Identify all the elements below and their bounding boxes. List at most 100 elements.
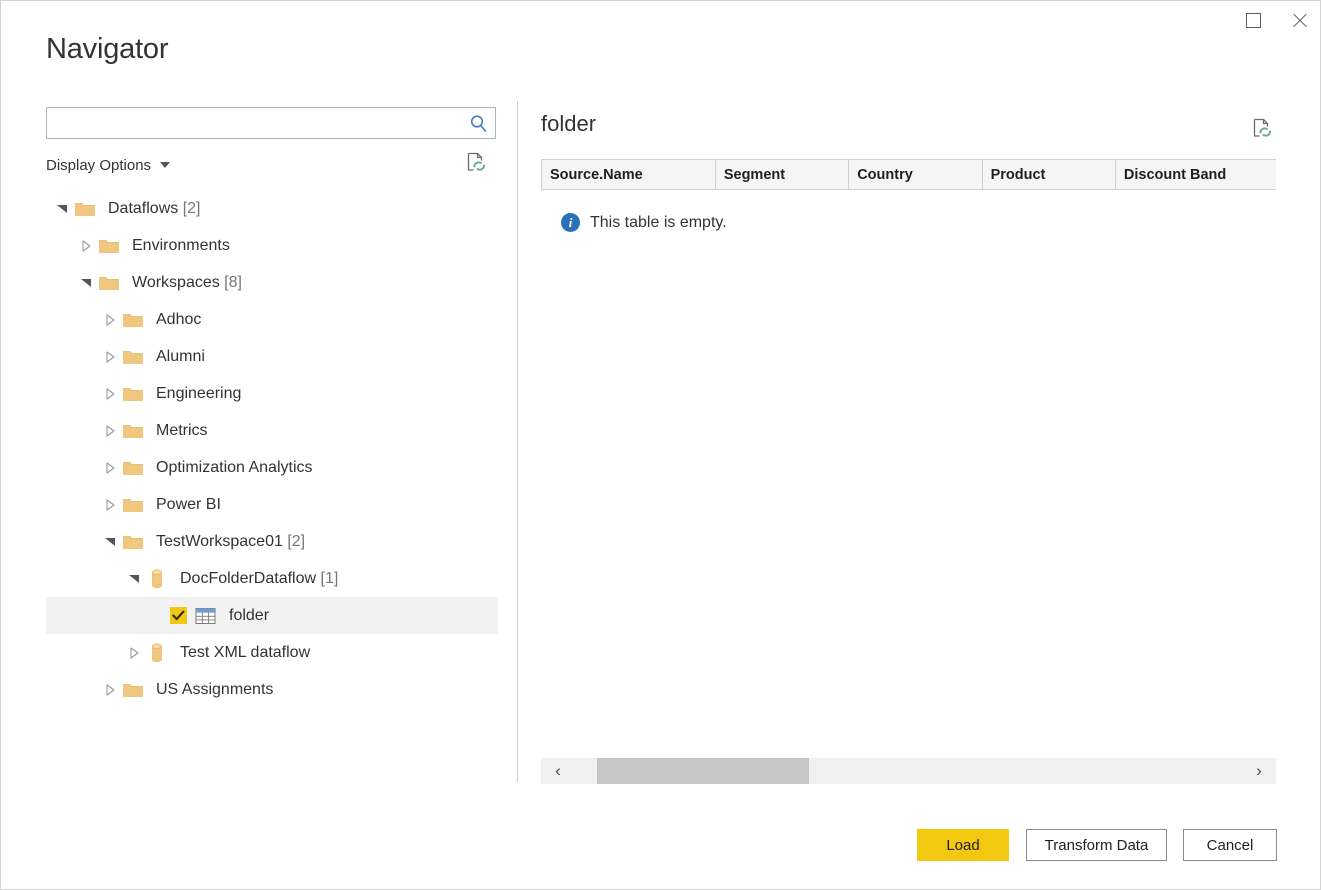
folder-icon: [122, 346, 148, 368]
tree-item[interactable]: Engineering: [46, 375, 498, 412]
scrollbar-track[interactable]: [575, 758, 1242, 784]
tree-item-label: folder: [229, 606, 270, 624]
close-button[interactable]: [1276, 1, 1321, 39]
expand-arrow-icon[interactable]: [98, 350, 122, 363]
tree-item-label: Dataflows: [108, 199, 179, 217]
expand-arrow-icon[interactable]: [98, 461, 122, 474]
table-icon: [195, 605, 221, 627]
search-box[interactable]: [46, 107, 496, 139]
collapse-arrow-icon[interactable]: [74, 277, 98, 288]
folder-icon: [98, 235, 124, 257]
table-header-row: Source.Name Segment Country Product Discount…: [541, 159, 1276, 190]
chevron-down-icon[interactable]: [160, 162, 171, 168]
empty-table-text: This table is empty.: [590, 213, 727, 231]
folder-icon: [122, 679, 148, 701]
maximize-button[interactable]: [1230, 1, 1276, 39]
column-header[interactable]: Discount Band: [1115, 159, 1276, 190]
collapse-arrow-icon[interactable]: [122, 573, 146, 584]
square-icon: [1245, 12, 1261, 28]
dataflow-cylinder-icon: [146, 568, 172, 590]
left-pane: Display Options Dataflows [2] Environment…: [46, 107, 501, 779]
tree-item-label: Optimization Analytics: [156, 458, 313, 476]
scroll-right-arrow[interactable]: ›: [1242, 758, 1276, 784]
transform-data-button[interactable]: Transform Data: [1026, 829, 1167, 861]
tree-item[interactable]: Dataflows [2]: [46, 190, 498, 227]
expand-arrow-icon[interactable]: [98, 498, 122, 511]
expand-arrow-icon[interactable]: [74, 239, 98, 252]
folder-icon: [122, 531, 148, 553]
tree-item-count: [2]: [178, 199, 201, 217]
cancel-button[interactable]: Cancel: [1183, 829, 1277, 861]
tree-item-label: DocFolderDataflow: [180, 569, 317, 587]
folder-icon: [122, 494, 148, 516]
search-icon[interactable]: [463, 108, 493, 138]
tree-item-label: Adhoc: [156, 310, 202, 328]
column-header[interactable]: Segment: [715, 159, 850, 190]
tree-item[interactable]: Test XML dataflow: [46, 634, 498, 671]
display-options-label: Display Options: [46, 156, 152, 174]
tree-item[interactable]: Alumni: [46, 338, 498, 375]
tree-item[interactable]: Adhoc: [46, 301, 498, 338]
tree-item-count: [1]: [316, 569, 339, 587]
tree-item-label: Environments: [132, 236, 230, 254]
expand-arrow-icon[interactable]: [98, 387, 122, 400]
expand-arrow-icon[interactable]: [98, 424, 122, 437]
navigation-tree[interactable]: Dataflows [2] Environments Workspaces [8] A…: [46, 190, 498, 708]
column-header[interactable]: Country: [848, 159, 983, 190]
tree-item-label: Test XML dataflow: [180, 643, 311, 661]
navigator-dialog: Navigator Display Options Dataflows [2] …: [0, 0, 1321, 890]
tree-item[interactable]: US Assignments: [46, 671, 498, 708]
tree-item[interactable]: Optimization Analytics: [46, 449, 498, 486]
checkbox-checked[interactable]: [170, 607, 187, 624]
tree-item[interactable]: Power BI: [46, 486, 498, 523]
title-bar: [1, 1, 1321, 41]
column-header[interactable]: Product: [982, 159, 1116, 190]
tree-item-label: Alumni: [156, 347, 205, 365]
tree-item-label: Power BI: [156, 495, 221, 513]
tree-item-label: TestWorkspace01: [156, 532, 283, 550]
search-input[interactable]: [53, 109, 463, 137]
collapse-arrow-icon[interactable]: [50, 203, 74, 214]
tree-item-label: Engineering: [156, 384, 242, 402]
expand-arrow-icon[interactable]: [98, 313, 122, 326]
folder-icon: [122, 383, 148, 405]
tree-item-count: [8]: [219, 273, 242, 291]
info-icon: i: [561, 213, 580, 232]
scrollbar-thumb[interactable]: [597, 758, 809, 784]
tree-item-label: Workspaces: [132, 273, 220, 291]
collapse-arrow-icon[interactable]: [98, 536, 122, 547]
folder-icon: [122, 457, 148, 479]
tree-item-label: Metrics: [156, 421, 208, 439]
dataflow-cylinder-icon: [146, 642, 172, 664]
column-header[interactable]: Source.Name: [541, 159, 716, 190]
tree-item-label: US Assignments: [156, 680, 274, 698]
display-options-row[interactable]: Display Options: [46, 148, 496, 182]
scroll-left-arrow[interactable]: ‹: [541, 758, 575, 784]
preview-table: Source.Name Segment Country Product Discount…: [541, 159, 1276, 190]
tree-item-count: [2]: [282, 532, 306, 550]
preview-title: folder: [541, 111, 597, 136]
refresh-document-icon[interactable]: [464, 150, 490, 176]
preview-table-wrap: Source.Name Segment Country Product Discount…: [541, 159, 1276, 190]
tree-item[interactable]: Metrics: [46, 412, 498, 449]
folder-icon: [122, 309, 148, 331]
preview-pane: folder Source.Name Segment Country Product D…: [541, 107, 1276, 787]
dialog-footer: Load Transform Data Cancel: [1, 829, 1321, 869]
expand-arrow-icon[interactable]: [122, 646, 146, 659]
tree-item[interactable]: TestWorkspace01 [2]: [46, 523, 498, 560]
folder-icon: [122, 420, 148, 442]
horizontal-scrollbar[interactable]: ‹ ›: [541, 758, 1276, 784]
pane-divider: [517, 101, 518, 782]
folder-icon: [98, 272, 124, 294]
load-button[interactable]: Load: [917, 829, 1009, 861]
tree-item[interactable]: Environments: [46, 227, 498, 264]
close-icon: [1291, 12, 1308, 29]
folder-icon: [74, 198, 100, 220]
expand-arrow-icon[interactable]: [98, 683, 122, 696]
page-title: Navigator: [46, 33, 169, 65]
tree-item[interactable]: Workspaces [8]: [46, 264, 498, 301]
tree-item[interactable]: DocFolderDataflow [1]: [46, 560, 498, 597]
window-controls: [1230, 1, 1321, 41]
refresh-document-icon[interactable]: [1250, 116, 1276, 142]
tree-item[interactable]: folder: [46, 597, 498, 634]
